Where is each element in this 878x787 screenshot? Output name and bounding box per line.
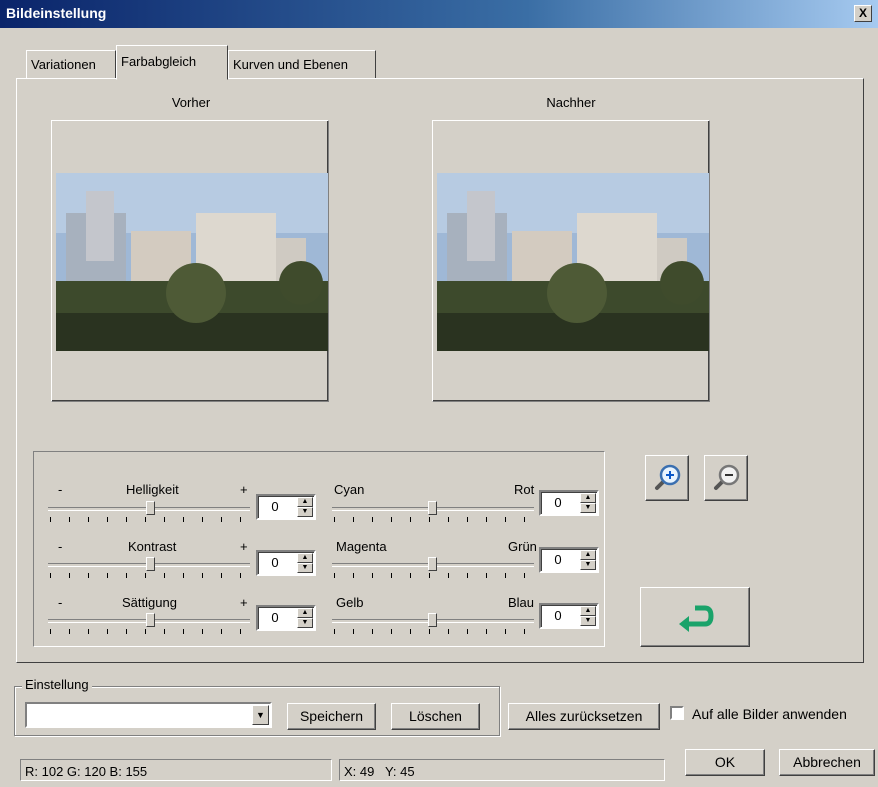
ok-button[interactable]: OK (685, 749, 765, 776)
apply-all-checkbox[interactable] (670, 706, 684, 720)
helligkeit-label: Helligkeit (126, 482, 179, 497)
gelb-blau-thumb[interactable] (428, 613, 437, 627)
magenta-gruen-spinner[interactable]: 0 ▲ ▼ (539, 547, 599, 573)
cyan-rot-ticks (334, 517, 534, 522)
saettigung-minus: - (58, 595, 63, 610)
gelb-blau-value[interactable]: 0 (545, 608, 571, 623)
delete-button[interactable]: Löschen (391, 703, 480, 730)
cyan-rot-spinner[interactable]: 0 ▲ ▼ (539, 490, 599, 516)
cyan-label: Cyan (334, 482, 365, 497)
spin-up-icon[interactable]: ▲ (297, 608, 313, 618)
save-button[interactable]: Speichern (287, 703, 376, 730)
kontrast-plus: + (240, 539, 248, 554)
saettigung-label: Sättigung (122, 595, 177, 610)
einstellung-label: Einstellung (22, 677, 92, 692)
tab-variationen[interactable]: Variationen (26, 50, 116, 79)
apply-all-label: Auf alle Bilder anwenden (692, 706, 847, 722)
tab-kurven-und-ebenen[interactable]: Kurven und Ebenen (228, 50, 376, 79)
gruen-label: Grün (508, 539, 537, 554)
helligkeit-spinner[interactable]: 0 ▲ ▼ (256, 494, 316, 520)
after-photo (437, 173, 709, 351)
spin-down-icon[interactable]: ▼ (297, 563, 313, 573)
zoom-in-button[interactable] (645, 455, 689, 501)
tab-farbabgleich[interactable]: Farbabgleich (116, 45, 228, 80)
saettigung-ticks (50, 629, 250, 634)
kontrast-thumb[interactable] (146, 557, 155, 571)
cancel-button[interactable]: Abbrechen (779, 749, 875, 776)
after-label: Nachher (546, 95, 596, 110)
helligkeit-ticks (50, 517, 250, 522)
helligkeit-minus: - (58, 482, 63, 497)
zoom-out-icon (714, 464, 740, 490)
zoom-out-button[interactable] (704, 455, 748, 501)
magenta-gruen-ticks (334, 573, 534, 578)
helligkeit-plus: + (240, 482, 248, 497)
close-button[interactable]: X (854, 5, 872, 22)
spin-down-icon[interactable]: ▼ (580, 560, 596, 570)
spin-up-icon[interactable]: ▲ (297, 497, 313, 507)
saettigung-value[interactable]: 0 (262, 610, 288, 625)
spin-up-icon[interactable]: ▲ (297, 553, 313, 563)
zoom-in-icon (655, 464, 681, 490)
helligkeit-value[interactable]: 0 (262, 499, 288, 514)
saettigung-thumb[interactable] (146, 613, 155, 627)
kontrast-ticks (50, 573, 250, 578)
magenta-label: Magenta (336, 539, 387, 554)
window-title: Bildeinstellung (6, 5, 107, 21)
before-preview (51, 120, 329, 402)
spin-down-icon[interactable]: ▼ (297, 507, 313, 517)
undo-arrow-icon (679, 605, 714, 632)
kontrast-minus: - (58, 539, 63, 554)
gelb-blau-spinner[interactable]: 0 ▲ ▼ (539, 603, 599, 629)
einstellung-select[interactable]: ▼ (25, 702, 272, 728)
rot-label: Rot (514, 482, 535, 497)
magenta-gruen-thumb[interactable] (428, 557, 437, 571)
before-photo (56, 173, 328, 351)
xy-readout: X: 49 Y: 45 (339, 759, 665, 781)
cyan-rot-value[interactable]: 0 (545, 495, 571, 510)
cyan-rot-thumb[interactable] (428, 501, 437, 515)
spin-up-icon[interactable]: ▲ (580, 550, 596, 560)
gelb-blau-ticks (334, 629, 534, 634)
spin-down-icon[interactable]: ▼ (580, 503, 596, 513)
rgb-readout: R: 102 G: 120 B: 155 (20, 759, 332, 781)
title-bar (0, 0, 878, 28)
kontrast-spinner[interactable]: 0 ▲ ▼ (256, 550, 316, 576)
spin-down-icon[interactable]: ▼ (297, 618, 313, 628)
reset-all-button[interactable]: Alles zurücksetzen (508, 703, 660, 730)
saettigung-plus: + (240, 595, 248, 610)
reset-view-button[interactable] (640, 587, 750, 647)
kontrast-value[interactable]: 0 (262, 555, 288, 570)
spin-up-icon[interactable]: ▲ (580, 606, 596, 616)
kontrast-label: Kontrast (128, 539, 177, 554)
gelb-label: Gelb (336, 595, 364, 610)
after-preview (432, 120, 710, 402)
saettigung-spinner[interactable]: 0 ▲ ▼ (256, 605, 316, 631)
spin-down-icon[interactable]: ▼ (580, 616, 596, 626)
spin-up-icon[interactable]: ▲ (580, 493, 596, 503)
before-label: Vorher (171, 95, 211, 110)
helligkeit-thumb[interactable] (146, 501, 155, 515)
blau-label: Blau (508, 595, 535, 610)
magenta-gruen-value[interactable]: 0 (545, 552, 571, 567)
chevron-down-icon[interactable]: ▼ (252, 705, 269, 725)
